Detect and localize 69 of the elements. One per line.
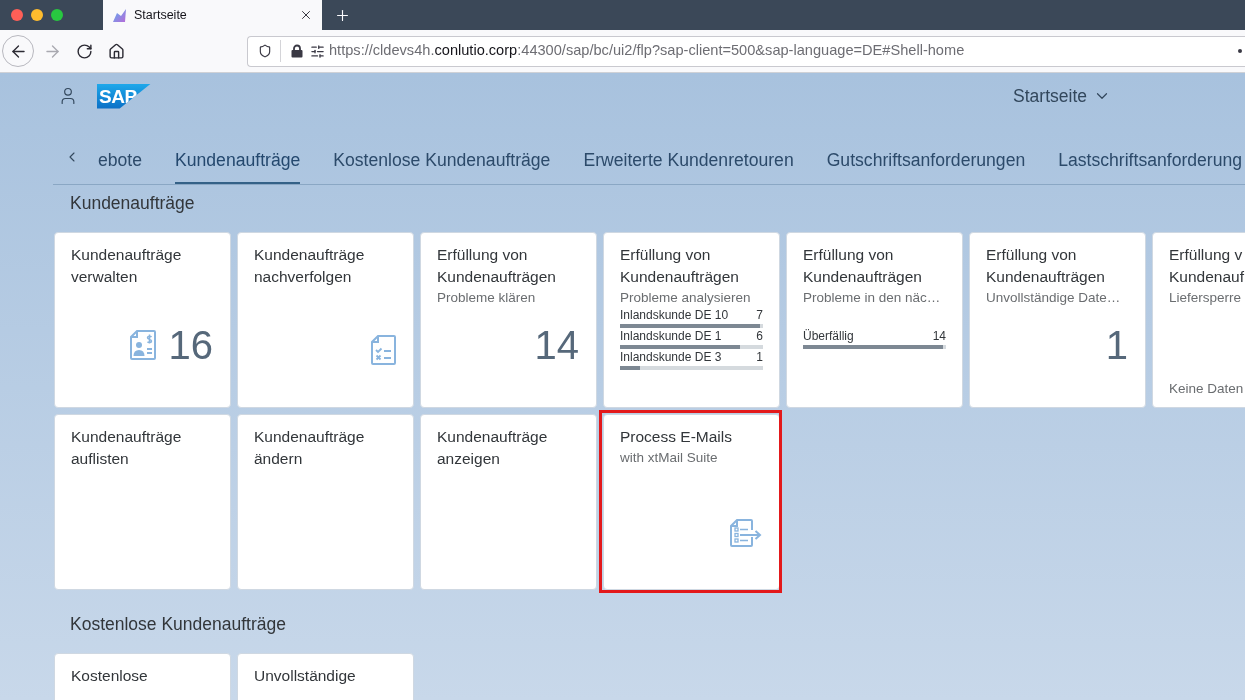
section-title: Kostenlose Kundenaufträge bbox=[69, 613, 286, 635]
app-tile[interactable]: Erfüllung v Kundenauf Liefersperre Keine Daten bbox=[1152, 232, 1245, 408]
person-document-icon bbox=[129, 330, 156, 360]
bar-label: Überfällig bbox=[803, 329, 854, 344]
kpi-number: 16 bbox=[168, 325, 213, 365]
sliders-icon bbox=[310, 43, 325, 59]
tab[interactable]: Kostenlose Kundenaufträge bbox=[333, 136, 551, 184]
tile-title: Unvollständige bbox=[254, 666, 356, 686]
app-tile[interactable]: Erfüllung von Kundenaufträgen Probleme in den näc… Überfällig 14 bbox=[786, 232, 963, 408]
tile-subtitle: Unvollständige Date… bbox=[986, 289, 1121, 307]
shield-icon bbox=[258, 44, 272, 58]
bar-label: Inlandskunde DE 10 bbox=[620, 308, 729, 323]
address-bar[interactable]: https://cldevs4h.conlutio.corp:44300/sap/bc/ui2/flp?sap-client=500&sap-language=DE#Shell-home bbox=[247, 35, 1245, 67]
tile-title: Kundenaufträge nachverfolgen bbox=[254, 245, 366, 287]
close-window-button[interactable] bbox=[11, 9, 23, 21]
checklist-document-icon bbox=[371, 335, 396, 365]
tile-subtitle: with xtMail Suite bbox=[620, 449, 718, 467]
bar-value: 7 bbox=[756, 308, 763, 323]
bar-value: 14 bbox=[932, 329, 946, 344]
tile-subtitle: Probleme in den näc… bbox=[803, 289, 941, 307]
tab[interactable]: Kundenaufträge bbox=[175, 136, 301, 184]
maximize-window-button[interactable] bbox=[51, 9, 63, 21]
list-arrow-icon bbox=[730, 519, 762, 547]
app-tile[interactable]: Kundenaufträge verwalten 16 bbox=[54, 232, 231, 408]
minimize-window-button[interactable] bbox=[31, 9, 43, 21]
tile-title: Erfüllung von Kundenaufträgen bbox=[986, 245, 1106, 287]
tile-title: Kundenaufträge auflisten bbox=[71, 427, 183, 469]
tile-title: Kostenlose bbox=[71, 666, 148, 686]
tile-title: Erfüllung von Kundenaufträgen bbox=[437, 245, 557, 287]
bar-value: 1 bbox=[756, 350, 763, 365]
tile-subtitle: Probleme analysieren bbox=[620, 289, 751, 307]
tile-title: Kundenaufträge ändern bbox=[254, 427, 366, 469]
tile-title: Erfüllung v Kundenauf bbox=[1169, 245, 1244, 287]
tab[interactable]: ebote bbox=[98, 136, 143, 184]
bar-value: 6 bbox=[756, 329, 763, 344]
tile-title: Kundenaufträge verwalten bbox=[71, 245, 183, 287]
bar-label: Inlandskunde DE 1 bbox=[620, 329, 722, 344]
lock-icon bbox=[291, 44, 303, 58]
tile-footer: Keine Daten bbox=[1169, 380, 1244, 398]
kpi-number: 14 bbox=[534, 325, 579, 365]
bar-label: Inlandskunde DE 3 bbox=[620, 350, 722, 365]
tile-title: Erfüllung von Kundenaufträgen bbox=[620, 245, 740, 287]
app-tile[interactable]: Kundenaufträge nachverfolgen bbox=[237, 232, 414, 408]
kpi-number: 1 bbox=[1105, 325, 1128, 365]
app-tile[interactable]: Kundenaufträge auflisten bbox=[54, 414, 231, 590]
tab[interactable]: Gutschriftsanforderungen bbox=[826, 136, 1026, 184]
tile-subtitle: Probleme klären bbox=[437, 289, 536, 307]
app-tile[interactable]: Kostenlose bbox=[54, 653, 231, 700]
tab[interactable]: Lastschriftsanforderung bbox=[1058, 136, 1243, 184]
close-icon bbox=[299, 8, 313, 22]
logo: SAP bbox=[97, 83, 151, 109]
tile-title: Erfüllung von Kundenaufträgen bbox=[803, 245, 923, 287]
app-tile[interactable]: Kundenaufträge ändern bbox=[237, 414, 414, 590]
section-title: Kundenaufträge bbox=[69, 192, 195, 214]
tile-title: Process E-Mails bbox=[620, 427, 732, 447]
reload-icon bbox=[75, 42, 93, 60]
app-tile[interactable]: Erfüllung von Kundenaufträgen Unvollständige Date… 1 bbox=[969, 232, 1146, 408]
tile-subtitle: Liefersperre bbox=[1169, 289, 1242, 307]
browser-tab[interactable]: Startseite bbox=[103, 0, 322, 30]
shell-title-button[interactable]: Startseite bbox=[1013, 82, 1111, 110]
tab[interactable]: Erweiterte Kundenretouren bbox=[583, 136, 794, 184]
dot-icon bbox=[1238, 49, 1242, 53]
app-tile[interactable]: Unvollständige bbox=[237, 653, 414, 700]
app-tile[interactable]: Erfüllung von Kundenaufträgen Probleme analysieren Inlandskunde DE 10 7 Inlandskunde DE 1 6 Inlandskunde DE 3 1 bbox=[603, 232, 780, 408]
home-icon bbox=[107, 42, 125, 60]
app-tile[interactable]: Erfüllung von Kundenaufträgen Probleme klären 14 bbox=[420, 232, 597, 408]
favicon-icon bbox=[112, 7, 127, 23]
app-tile[interactable]: Kundenaufträge anzeigen bbox=[420, 414, 597, 590]
tile-title: Kundenaufträge anzeigen bbox=[437, 427, 549, 469]
